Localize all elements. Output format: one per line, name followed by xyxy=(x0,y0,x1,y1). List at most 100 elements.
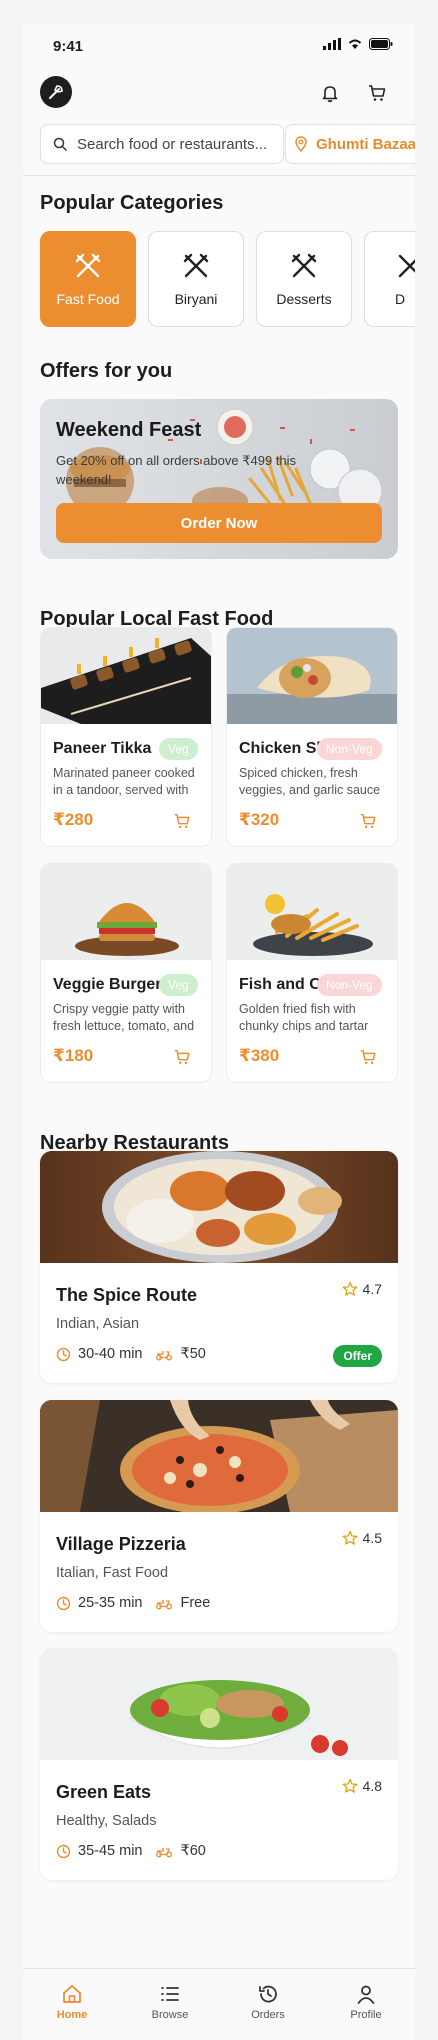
food-price: ₹380 xyxy=(239,1046,280,1065)
clock-icon xyxy=(56,1596,71,1610)
fork-knife-icon xyxy=(183,253,209,278)
restaurant-rating: 4.5 xyxy=(342,1530,382,1546)
category-label: Fast Food xyxy=(56,291,120,307)
scooter-icon xyxy=(156,1351,173,1361)
add-to-cart-icon[interactable] xyxy=(359,812,377,830)
offer-subtitle: Get 20% off on all orders above ₹499 thi… xyxy=(56,453,297,487)
nav-label: Orders xyxy=(251,2009,285,2021)
header-cart-icon[interactable] xyxy=(364,80,390,106)
search-placeholder: Search food or restaurants... xyxy=(77,135,268,153)
restaurant-name: The Spice Route xyxy=(56,1285,198,1305)
food-image xyxy=(41,864,211,960)
location-label: Ghumti Bazaar xyxy=(316,135,415,153)
category-desserts[interactable]: Desserts xyxy=(256,231,352,327)
food-card-chicken-shawarma[interactable]: Chicken Sh Non-Veg Spiced chicken, fresh… xyxy=(226,627,398,847)
offer-badge: Offer xyxy=(333,1345,382,1367)
food-image xyxy=(227,864,397,960)
food-price: ₹180 xyxy=(53,1046,94,1065)
fork-knife-icon xyxy=(291,253,317,278)
delivery-fee: ₹50 xyxy=(180,1346,206,1362)
fork-knife-icon xyxy=(75,253,101,278)
scooter-icon xyxy=(156,1848,173,1858)
clock-icon xyxy=(56,1844,71,1858)
food-description: Crispy veggie patty with fresh lettuce, … xyxy=(53,1002,195,1033)
status-icons xyxy=(323,38,393,50)
header-divider xyxy=(23,175,415,176)
delivery-time: 30-40 min xyxy=(78,1346,143,1362)
restaurant-rating: 4.7 xyxy=(342,1281,382,1297)
food-card-paneer-tikka[interactable]: Paneer Tikka Veg Marinated paneer cooked… xyxy=(40,627,212,847)
restaurant-image xyxy=(40,1151,398,1263)
food-image xyxy=(41,628,211,724)
veg-badge: Veg xyxy=(159,738,198,760)
rating-value: 4.5 xyxy=(362,1530,382,1546)
categories-scroller[interactable]: Fast Food Biryani Desserts D xyxy=(40,231,415,327)
restaurant-image xyxy=(40,1648,398,1760)
scooter-icon xyxy=(156,1600,173,1610)
phone-screen: 9:41 Search food or restaurants... Ghumt… xyxy=(23,24,415,2040)
notification-bell-icon[interactable] xyxy=(317,80,343,106)
order-now-button[interactable]: Order Now xyxy=(56,503,382,543)
food-description: Spiced chicken, fresh veggies, and garli… xyxy=(239,766,381,797)
search-input[interactable]: Search food or restaurants... xyxy=(40,124,284,164)
food-card-veggie-burger[interactable]: Veggie Burger Veg Crispy veggie patty wi… xyxy=(40,863,212,1083)
nav-profile[interactable]: Profile xyxy=(317,1969,415,2040)
restaurant-card-green-eats[interactable]: Green Eats 4.8 Healthy, Salads 35-45 min… xyxy=(40,1648,398,1880)
battery-icon xyxy=(369,38,393,50)
nav-home[interactable]: Home xyxy=(23,1969,121,2040)
category-label: Biryani xyxy=(174,291,218,307)
restaurant-cuisine: Healthy, Salads xyxy=(56,1813,157,1829)
location-selector[interactable]: Ghumti Bazaar xyxy=(285,124,415,164)
non-veg-badge: Non-Veg xyxy=(317,738,382,760)
food-card-fish-and-chips[interactable]: Fish and Cl Non-Veg Golden fried fish wi… xyxy=(226,863,398,1083)
category-label: D xyxy=(395,291,406,307)
search-icon xyxy=(53,137,67,151)
category-label: Desserts xyxy=(276,291,332,307)
add-to-cart-icon[interactable] xyxy=(173,812,191,830)
app-logo-icon[interactable] xyxy=(40,76,72,108)
delivery-time: 25-35 min xyxy=(78,1595,143,1611)
category-partial[interactable]: D xyxy=(364,231,415,327)
nav-orders[interactable]: Orders xyxy=(219,1969,317,2040)
nav-browse[interactable]: Browse xyxy=(121,1969,219,2040)
restaurant-card-village-pizzeria[interactable]: Village Pizzeria 4.5 Italian, Fast Food … xyxy=(40,1400,398,1632)
clock-icon xyxy=(56,1347,71,1361)
add-to-cart-icon[interactable] xyxy=(359,1048,377,1066)
food-price: ₹280 xyxy=(53,810,94,829)
offer-title: Weekend Feast xyxy=(56,419,202,441)
status-bar: 9:41 xyxy=(23,24,415,68)
restaurant-meta: 30-40 min ₹50 xyxy=(56,1346,206,1362)
restaurant-image xyxy=(40,1400,398,1512)
food-price: ₹320 xyxy=(239,810,280,829)
rating-value: 4.8 xyxy=(362,1778,382,1794)
nav-label: Browse xyxy=(151,2009,189,2021)
non-veg-badge: Non-Veg xyxy=(317,974,382,996)
category-biryani[interactable]: Biryani xyxy=(148,231,244,327)
star-icon xyxy=(342,1281,357,1296)
star-icon xyxy=(342,1530,357,1545)
restaurant-cuisine: Indian, Asian xyxy=(56,1316,140,1332)
restaurant-name: Village Pizzeria xyxy=(56,1534,186,1554)
fork-knife-icon xyxy=(398,254,415,278)
food-description: Golden fried fish with chunky chips and … xyxy=(239,1002,369,1033)
veg-badge: Veg xyxy=(159,974,198,996)
star-icon xyxy=(342,1778,357,1793)
rating-value: 4.7 xyxy=(362,1281,382,1297)
user-icon xyxy=(357,1985,375,2004)
food-description: Marinated paneer cooked in a tandoor, se… xyxy=(53,766,195,797)
add-to-cart-icon[interactable] xyxy=(173,1048,191,1066)
bottom-nav: Home Browse Orders Profile xyxy=(23,1968,415,2040)
list-icon xyxy=(161,1987,179,2001)
history-icon xyxy=(259,1985,277,2003)
category-fast-food[interactable]: Fast Food xyxy=(40,231,136,327)
home-icon xyxy=(63,1985,81,2003)
restaurant-meta: 35-45 min ₹60 xyxy=(56,1843,206,1859)
restaurant-cuisine: Italian, Fast Food xyxy=(56,1565,169,1581)
offer-banner[interactable]: Weekend Feast Get 20% off on all orders … xyxy=(40,399,398,559)
restaurant-card-spice-route[interactable]: The Spice Route 4.7 Indian, Asian 30-40 … xyxy=(40,1151,398,1383)
delivery-time: 35-45 min xyxy=(78,1843,143,1859)
delivery-fee: Free xyxy=(180,1595,211,1611)
nav-label: Home xyxy=(56,2009,88,2021)
restaurant-name: Green Eats xyxy=(56,1782,152,1802)
wifi-icon xyxy=(348,39,362,49)
